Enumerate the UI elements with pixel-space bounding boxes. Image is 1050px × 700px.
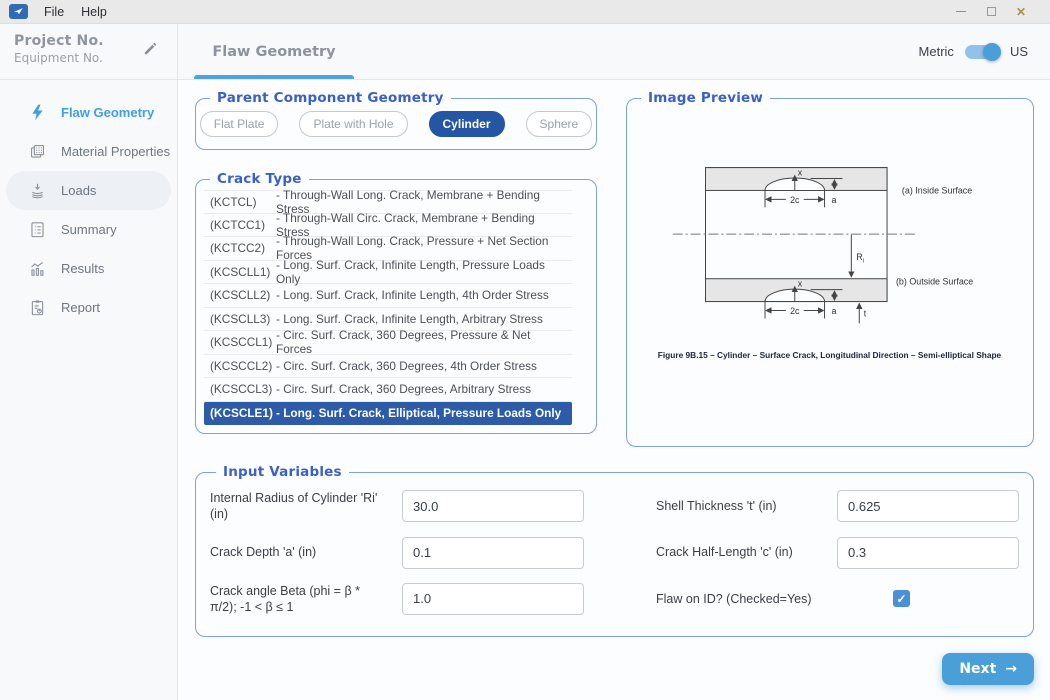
- image-preview-legend: Image Preview: [641, 90, 770, 106]
- loads-stack-icon: [27, 181, 47, 200]
- internal-radius-label: Internal Radius of Cylinder 'Ri' (in): [210, 490, 386, 523]
- sidebar-item-summary[interactable]: Summary: [0, 210, 177, 249]
- input-variables-section: Input Variables Internal Radius of Cylin…: [195, 464, 1034, 637]
- project-header: Project No. Equipment No.: [0, 24, 177, 80]
- toggle-knob: [983, 43, 1001, 61]
- flaw-on-id-label: Flaw on ID? (Checked=Yes): [600, 591, 821, 607]
- flaw-on-id-checkbox[interactable]: ✓: [893, 590, 910, 607]
- unit-toggle-group: Metric US: [919, 24, 1028, 79]
- crack-type-option[interactable]: (KCSCCL3)- Circ. Surf. Crack, 360 Degree…: [204, 378, 572, 402]
- edit-project-button[interactable]: [142, 40, 159, 62]
- content-area: Parent Component Geometry Flat Plate Pla…: [178, 80, 1050, 700]
- minimize-icon: [956, 11, 966, 12]
- svg-text:a: a: [831, 195, 836, 205]
- sphere-button[interactable]: Sphere: [526, 111, 593, 137]
- us-label: US: [1010, 44, 1028, 59]
- crack-type-option[interactable]: (KCSCLL2)- Long. Surf. Crack, Infinite L…: [204, 284, 572, 308]
- input-variables-legend: Input Variables: [216, 464, 349, 480]
- svg-text:Ri: Ri: [856, 252, 864, 264]
- crack-angle-beta-input[interactable]: [402, 583, 584, 615]
- app-window: File Help ✕ Project No. Equipment No.: [0, 0, 1050, 700]
- sidebar-item-material-properties[interactable]: Material Properties: [0, 132, 177, 171]
- sidebar-item-label: Material Properties: [61, 144, 170, 159]
- sidebar-item-label: Loads: [61, 183, 96, 198]
- sidebar-item-flaw-geometry[interactable]: Flaw Geometry: [0, 93, 177, 132]
- crack-depth-label: Crack Depth 'a' (in): [210, 544, 386, 560]
- sidebar-item-results[interactable]: Results: [0, 249, 177, 288]
- unit-toggle-switch[interactable]: [965, 45, 999, 59]
- header-spacer: [354, 24, 919, 79]
- crack-half-length-input[interactable]: [837, 537, 1019, 569]
- equipment-number-label: Equipment No.: [14, 51, 163, 65]
- sidebar-item-label: Results: [61, 261, 104, 276]
- sidebar-item-label: Flaw Geometry: [61, 105, 154, 120]
- pencil-icon: [142, 40, 159, 57]
- image-preview-section: Image Preview: [626, 90, 1034, 447]
- sidebar: Project No. Equipment No. Flaw Geometry: [0, 24, 178, 700]
- figure-caption: Figure 9B.15 – Cylinder – Surface Crack,…: [658, 350, 1002, 360]
- project-number-label: Project No.: [14, 33, 163, 49]
- tab-label: Flaw Geometry: [212, 44, 335, 60]
- crack-type-option[interactable]: (KCSCCL1)- Circ. Surf. Crack, 360 Degree…: [204, 331, 572, 355]
- metric-label: Metric: [919, 44, 954, 59]
- sidebar-item-label: Report: [61, 300, 100, 315]
- close-icon: ✕: [1016, 5, 1026, 19]
- svg-text:a: a: [831, 306, 836, 316]
- menu-file[interactable]: File: [44, 5, 64, 19]
- crack-half-length-label: Crack Half-Length 'c' (in): [600, 544, 821, 560]
- maximize-button[interactable]: [976, 1, 1006, 23]
- svg-text:x: x: [798, 168, 803, 178]
- crack-angle-beta-label: Crack angle Beta (phi = β * π/2); -1 < β…: [210, 583, 386, 616]
- lightning-bolt-icon: [27, 103, 47, 122]
- internal-radius-input[interactable]: [402, 490, 584, 522]
- crack-type-option[interactable]: (KCSCCL2)- Circ. Surf. Crack, 360 Degree…: [204, 355, 572, 379]
- svg-text:(b) Outside Surface: (b) Outside Surface: [896, 277, 973, 287]
- crack-type-option-selected[interactable]: (KCSCLE1)- Long. Surf. Crack, Elliptical…: [204, 402, 572, 426]
- main-header: Flaw Geometry Metric US: [178, 24, 1050, 80]
- flaw-diagram: x 2c a (a) Inside Surface: [636, 120, 1024, 370]
- report-clipboard-icon: [27, 298, 47, 317]
- parent-component-geometry-section: Parent Component Geometry Flat Plate Pla…: [195, 90, 597, 150]
- titlebar: File Help ✕: [0, 0, 1050, 24]
- crack-type-list: (KCTCL)- Through-Wall Long. Crack, Membr…: [204, 190, 572, 425]
- shell-thickness-input[interactable]: [837, 490, 1019, 522]
- maximize-icon: [987, 7, 996, 16]
- tab-flaw-geometry[interactable]: Flaw Geometry: [194, 24, 354, 79]
- sidebar-nav: Flaw Geometry: [0, 80, 177, 327]
- sidebar-item-report[interactable]: Report: [0, 288, 177, 327]
- next-button-label: Next: [959, 661, 996, 677]
- sidebar-item-label: Summary: [61, 222, 117, 237]
- app-logo-icon: [9, 4, 28, 19]
- minimize-button[interactable]: [946, 1, 976, 23]
- sidebar-item-loads[interactable]: Loads: [6, 171, 171, 210]
- svg-text:(a) Inside Surface: (a) Inside Surface: [902, 185, 972, 195]
- shell-thickness-label: Shell Thickness 't' (in): [600, 498, 821, 514]
- svg-text:t: t: [864, 308, 867, 318]
- menu-help[interactable]: Help: [81, 5, 107, 19]
- tab-active-indicator: [194, 75, 354, 79]
- crack-type-legend: Crack Type: [210, 171, 309, 187]
- crack-type-section: Crack Type (KCTCL)- Through-Wall Long. C…: [195, 171, 597, 434]
- check-icon: ✓: [896, 593, 906, 605]
- svg-text:2c: 2c: [790, 306, 800, 316]
- svg-text:x: x: [798, 279, 803, 289]
- crack-type-option[interactable]: (KCSCLL1)- Long. Surf. Crack, Infinite L…: [204, 261, 572, 285]
- arrow-right-icon: →: [1005, 661, 1017, 677]
- close-button[interactable]: ✕: [1006, 1, 1036, 23]
- results-chart-icon: [27, 259, 47, 278]
- next-button[interactable]: Next →: [942, 653, 1034, 685]
- parent-component-geometry-legend: Parent Component Geometry: [210, 90, 451, 106]
- cylinder-button[interactable]: Cylinder: [429, 111, 505, 137]
- main-panel: Flaw Geometry Metric US Parent Comp: [178, 24, 1050, 700]
- crack-depth-input[interactable]: [402, 537, 584, 569]
- material-sheet-icon: [27, 142, 47, 161]
- svg-text:2c: 2c: [790, 195, 800, 205]
- plate-with-hole-button[interactable]: Plate with Hole: [299, 111, 407, 137]
- flat-plate-button[interactable]: Flat Plate: [200, 111, 279, 137]
- summary-list-icon: [27, 220, 47, 239]
